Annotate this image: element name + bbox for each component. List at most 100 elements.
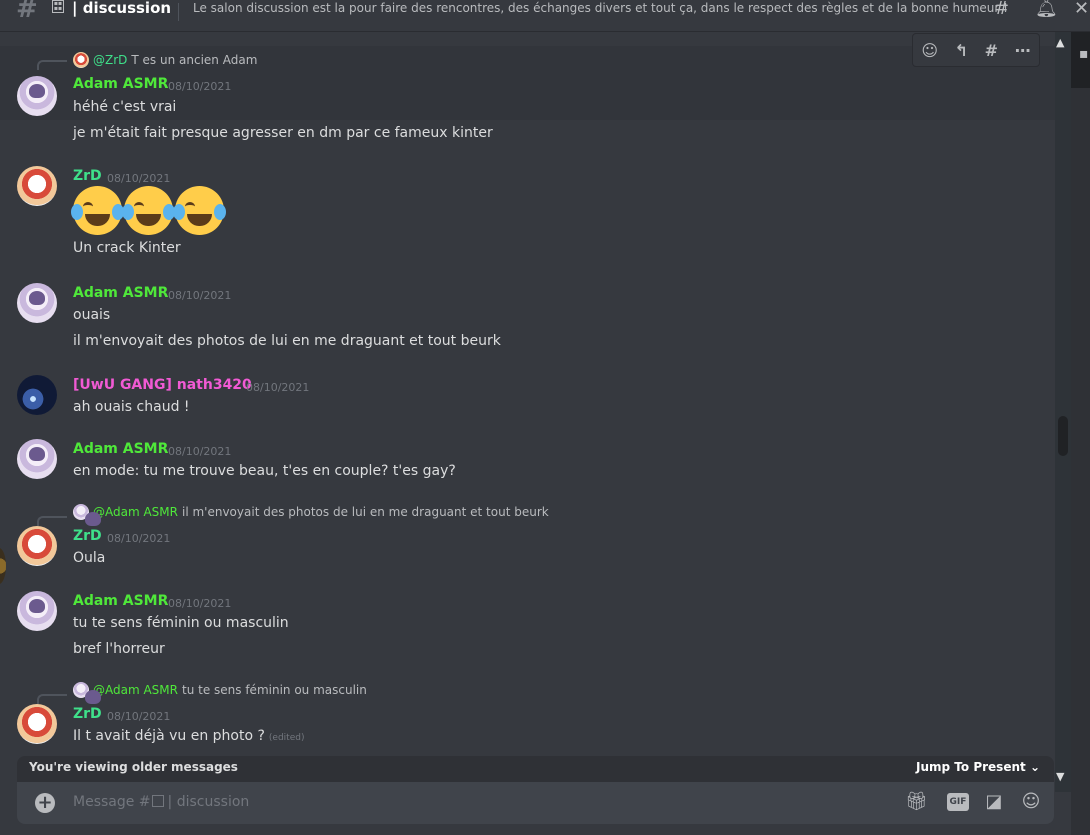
message-content: bref l'horreur: [73, 641, 165, 657]
author-name[interactable]: Adam ASMR: [73, 76, 168, 92]
channel-header: # ▪▪ ▪▪ | discussion Le salon discussion …: [0, 0, 1090, 32]
message[interactable]: [UwU GANG] nath3420 08/10/2021 ah ouais …: [0, 373, 1055, 421]
create-thread-icon[interactable]: #: [985, 41, 998, 60]
message[interactable]: @Adam ASMR il m'envoyait des photos de l…: [0, 502, 1055, 572]
message[interactable]: @ZrD T es un ancien Adam Adam ASMR 08/10…: [0, 46, 1055, 120]
author-name[interactable]: Adam ASMR: [73, 285, 168, 301]
placeholder-prefix: Message #: [73, 794, 151, 810]
header-divider: [178, 3, 179, 21]
reply-mention[interactable]: @Adam ASMR: [93, 505, 178, 519]
message[interactable]: Adam ASMR 08/10/2021 en mode: tu me trou…: [0, 437, 1055, 485]
channel-emoji-icon: ▪▪ ▪▪: [52, 0, 64, 13]
upload-plus-icon[interactable]: +: [35, 793, 55, 813]
emoji-row: [71, 186, 226, 235]
message[interactable]: ZrD 08/10/2021 Un crack Kinter: [0, 164, 1055, 264]
author-name[interactable]: ZrD: [73, 168, 102, 184]
reply-text[interactable]: T es un ancien Adam: [131, 53, 257, 67]
reply-mention[interactable]: @ZrD: [93, 53, 127, 67]
avatar[interactable]: [17, 166, 57, 206]
sticker-icon[interactable]: ◪: [983, 791, 1005, 813]
channel-topic[interactable]: Le salon discussion est la pour faire de…: [193, 1, 1008, 15]
avatar[interactable]: [17, 526, 57, 566]
timestamp: 08/10/2021: [107, 172, 171, 185]
reply-reference[interactable]: @ZrD T es un ancien Adam: [73, 52, 257, 68]
reply-avatar: [73, 682, 89, 698]
reply-mention[interactable]: @Adam ASMR: [93, 683, 178, 697]
emoji-icon[interactable]: ☺: [1020, 791, 1042, 813]
timestamp: 08/10/2021: [168, 289, 232, 302]
jump-to-present-label: Jump To Present: [916, 760, 1026, 774]
side-panel-tab[interactable]: ▪: [1071, 32, 1090, 88]
author-name[interactable]: ZrD: [73, 706, 102, 722]
scrollbar-thumb[interactable]: [1058, 416, 1068, 456]
reply-spine: [37, 60, 67, 70]
timestamp: 08/10/2021: [168, 80, 232, 93]
threads-icon[interactable]: #: [994, 0, 1009, 19]
channel-hash-icon: #: [16, 0, 38, 24]
timestamp: 08/10/2021: [246, 381, 310, 394]
jump-to-present-button[interactable]: Jump To Present ⌄: [916, 760, 1040, 774]
timestamp: 08/10/2021: [168, 597, 232, 610]
timestamp: 08/10/2021: [168, 445, 232, 458]
channel-name: | discussion: [72, 0, 172, 17]
reply-reference[interactable]: @Adam ASMR tu te sens féminin ou masculi…: [73, 682, 367, 698]
message-content: il m'envoyait des photos de lui en me dr…: [73, 333, 501, 349]
reply-icon[interactable]: ↰: [955, 41, 968, 60]
face-with-tears-of-joy-icon[interactable]: [71, 186, 124, 235]
author-name[interactable]: [UwU GANG] nath3420: [73, 377, 252, 393]
older-messages-label: You're viewing older messages: [29, 760, 238, 774]
chevron-down-icon: ⌄: [1029, 760, 1040, 774]
placeholder-channel: discussion: [176, 794, 250, 810]
timestamp: 08/10/2021: [107, 532, 171, 545]
message-list: @ZrD T es un ancien Adam Adam ASMR 08/10…: [0, 32, 1055, 752]
message[interactable]: @Adam ASMR tu te sens féminin ou masculi…: [0, 680, 1055, 750]
reply-spine: [37, 694, 67, 704]
reply-avatar: [73, 52, 89, 68]
gift-icon[interactable]: 🎁︎: [905, 791, 928, 813]
message-continuation[interactable]: je m'était fait presque agresser en dm p…: [0, 120, 1055, 146]
author-name[interactable]: ZrD: [73, 528, 102, 544]
member-panel-edge: [1071, 32, 1090, 835]
message-content: je m'était fait presque agresser en dm p…: [73, 125, 493, 141]
author-name[interactable]: Adam ASMR: [73, 441, 168, 457]
message-content: tu te sens féminin ou masculin: [73, 615, 289, 631]
avatar[interactable]: [17, 439, 57, 479]
reply-text[interactable]: tu te sens féminin ou masculin: [182, 683, 367, 697]
more-icon[interactable]: ⋯: [1015, 41, 1031, 60]
message-text: Il t avait déjà vu en photo ?: [73, 728, 265, 744]
avatar[interactable]: [17, 591, 57, 631]
message-content: ah ouais chaud !: [73, 399, 190, 415]
message[interactable]: Adam ASMR 08/10/2021 ouais il m'envoyait…: [0, 281, 1055, 355]
add-reaction-icon[interactable]: ☺: [921, 41, 938, 60]
reply-text[interactable]: il m'envoyait des photos de lui en me dr…: [182, 505, 549, 519]
timestamp: 08/10/2021: [107, 710, 171, 723]
reply-avatar: [73, 504, 89, 520]
gif-icon[interactable]: GIF: [947, 793, 969, 811]
close-icon[interactable]: ✕: [1074, 0, 1089, 19]
message-input[interactable]: Message # | discussion: [73, 794, 249, 810]
edited-label: (edited): [268, 733, 305, 743]
avatar[interactable]: [17, 704, 57, 744]
bell-icon[interactable]: 🔔︎: [1035, 0, 1058, 19]
message-content: ouais: [73, 307, 111, 323]
message-content: Un crack Kinter: [73, 240, 181, 256]
message-content: Oula: [73, 550, 106, 566]
channel-emoji-icon: [151, 795, 164, 807]
face-with-tears-of-joy-icon[interactable]: [122, 186, 175, 235]
face-with-tears-of-joy-icon[interactable]: [173, 186, 226, 235]
avatar[interactable]: [17, 283, 57, 323]
scroll-down-icon[interactable]: ▼: [1056, 770, 1064, 783]
message-composer[interactable]: + Message # | discussion 🎁︎ GIF ◪ ☺: [17, 782, 1054, 824]
author-name[interactable]: Adam ASMR: [73, 593, 168, 609]
scrollbar-track[interactable]: [1055, 32, 1071, 792]
message-content: héhé c'est vrai: [73, 99, 177, 115]
reply-reference[interactable]: @Adam ASMR il m'envoyait des photos de l…: [73, 504, 549, 520]
message[interactable]: Adam ASMR 08/10/2021 tu te sens féminin …: [0, 589, 1055, 663]
message-content: Il t avait déjà vu en photo ? (edited): [73, 728, 304, 744]
side-panel-icon: ▪: [1079, 46, 1089, 62]
avatar[interactable]: [17, 76, 57, 116]
avatar[interactable]: [17, 375, 57, 415]
message-content: en mode: tu me trouve beau, t'es en coup…: [73, 463, 456, 479]
reply-spine: [37, 516, 67, 526]
scroll-up-icon[interactable]: ▲: [1056, 36, 1064, 49]
